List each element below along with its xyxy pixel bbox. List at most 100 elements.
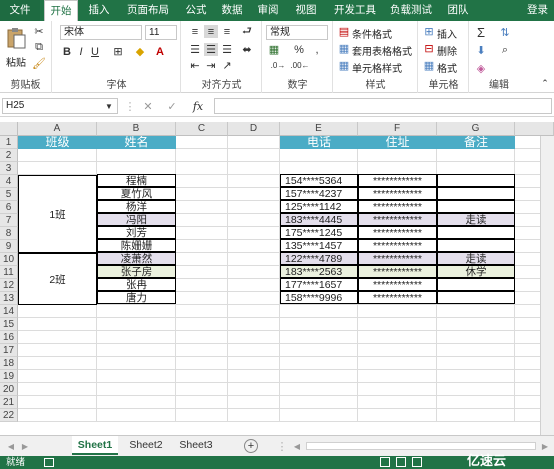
scroll-left-icon[interactable]: ◀ — [6, 440, 16, 452]
italic-icon[interactable]: I — [75, 45, 87, 58]
row-header-18[interactable]: 18 — [0, 357, 18, 370]
insert-button[interactable]: 插入 — [437, 26, 457, 41]
cell-note[interactable] — [437, 200, 515, 213]
row-header-2[interactable]: 2 — [0, 149, 18, 162]
cell-note[interactable]: 休学 — [437, 265, 515, 278]
row-header-1[interactable]: 1 — [0, 136, 18, 149]
tab-formulas[interactable]: 公式 — [180, 0, 212, 21]
column-header-e[interactable]: E — [280, 122, 358, 136]
column-header-partial[interactable] — [515, 122, 554, 136]
enter-icon[interactable]: ✓ — [166, 99, 178, 113]
increase-decimal-icon[interactable]: .0→ — [269, 59, 287, 72]
copy-icon[interactable]: ⧉ — [32, 40, 46, 54]
row-header-22[interactable]: 22 — [0, 409, 18, 422]
cell-name[interactable]: 冯阳 — [97, 213, 176, 226]
cell-name[interactable]: 凌萧然 — [97, 252, 176, 265]
align-right-icon[interactable]: ☰ — [220, 43, 234, 56]
tab-data[interactable]: 数据 — [216, 0, 248, 21]
formula-input[interactable] — [214, 98, 552, 114]
cell-address[interactable]: ************ — [358, 213, 437, 226]
cell-address[interactable]: ************ — [358, 291, 437, 304]
cell-phone[interactable]: 175****1245 — [280, 226, 358, 239]
border-icon[interactable]: ⊞ — [111, 45, 125, 58]
autosum-icon[interactable]: Σ — [474, 25, 488, 40]
cell-name[interactable]: 夏竹风 — [97, 187, 176, 200]
cell-address[interactable]: ************ — [358, 265, 437, 278]
sheet-tab-sheet3[interactable]: Sheet3 — [174, 436, 218, 455]
cell-phone[interactable]: 183****4445 — [280, 213, 358, 226]
row-header-20[interactable]: 20 — [0, 383, 18, 396]
cell-style-icon[interactable]: ▦ — [338, 59, 350, 72]
page-layout-view-icon[interactable] — [396, 457, 406, 467]
column-header-a[interactable]: A — [18, 122, 97, 136]
font-size-select[interactable]: 11 — [145, 25, 177, 40]
name-box-dropdown-icon[interactable]: ▼ — [104, 100, 114, 112]
format-painter-icon[interactable]: 🖌 — [32, 56, 46, 70]
cell-class-1[interactable]: 1班 — [18, 175, 97, 253]
hscroll-right-icon[interactable]: ▶ — [540, 440, 550, 452]
delete-icon[interactable]: ⊟ — [423, 42, 435, 55]
row-header-12[interactable]: 12 — [0, 279, 18, 292]
row-header-21[interactable]: 21 — [0, 396, 18, 409]
sheet-tab-sheet1[interactable]: Sheet1 — [72, 436, 118, 455]
merge-center-icon[interactable]: ⬌ — [240, 43, 254, 56]
cell-address[interactable]: ************ — [358, 174, 437, 187]
cell-note[interactable] — [437, 278, 515, 291]
decrease-indent-icon[interactable]: ⇤ — [188, 59, 202, 72]
column-header-c[interactable]: C — [176, 122, 228, 136]
insert-icon[interactable]: ⊞ — [423, 25, 435, 38]
column-header-d[interactable]: D — [228, 122, 280, 136]
cut-icon[interactable]: ✂ — [32, 24, 46, 38]
cell-phone[interactable]: 177****1657 — [280, 278, 358, 291]
tab-file[interactable]: 文件 — [0, 0, 40, 21]
horizontal-scrollbar[interactable] — [306, 442, 536, 450]
cell-phone[interactable]: 122****4789 — [280, 252, 358, 265]
paste-label[interactable]: 粘贴 — [6, 54, 26, 69]
tab-page-layout[interactable]: 页面布局 — [120, 0, 176, 21]
cell-class-2[interactable]: 2班 — [18, 253, 97, 305]
row-header-19[interactable]: 19 — [0, 370, 18, 383]
row-header-5[interactable]: 5 — [0, 188, 18, 201]
cancel-icon[interactable]: ✕ — [142, 99, 154, 113]
cell-address[interactable]: ************ — [358, 226, 437, 239]
table-format-button[interactable]: 套用表格格式 — [352, 43, 412, 58]
conditional-format-button[interactable]: 条件格式 — [352, 26, 392, 41]
scroll-right-icon[interactable]: ▶ — [20, 440, 30, 452]
hscroll-left-icon[interactable]: ◀ — [292, 440, 302, 452]
sheet-tab-sheet2[interactable]: Sheet2 — [124, 436, 168, 455]
normal-view-icon[interactable] — [380, 457, 390, 467]
row-header-14[interactable]: 14 — [0, 305, 18, 318]
row-header-16[interactable]: 16 — [0, 331, 18, 344]
cell-name[interactable]: 刘芳 — [97, 226, 176, 239]
underline-icon[interactable]: U — [89, 45, 101, 58]
cell-header-address[interactable]: 住址 — [358, 136, 437, 149]
row-header-6[interactable]: 6 — [0, 201, 18, 214]
cell-note[interactable]: 走读 — [437, 252, 515, 265]
cell-note[interactable] — [437, 187, 515, 200]
font-name-select[interactable]: 宋体 — [60, 25, 142, 40]
clear-icon[interactable]: ◈ — [474, 61, 488, 75]
tab-developer[interactable]: 开发工具 — [330, 0, 380, 21]
row-header-10[interactable]: 10 — [0, 253, 18, 266]
column-header-b[interactable]: B — [97, 122, 176, 136]
bold-icon[interactable]: B — [61, 45, 73, 58]
align-center-icon[interactable]: ☰ — [204, 43, 218, 56]
cell-header-name[interactable]: 姓名 — [97, 136, 176, 149]
wrap-text-icon[interactable]: ⮐ — [240, 25, 254, 38]
row-header-11[interactable]: 11 — [0, 266, 18, 279]
cell-note[interactable] — [437, 291, 515, 304]
cell-address[interactable]: ************ — [358, 278, 437, 291]
cell-header-class[interactable]: 班级 — [18, 136, 97, 149]
orientation-icon[interactable]: ↗ — [220, 59, 234, 72]
comma-button[interactable]: , — [311, 43, 323, 56]
cell-note[interactable] — [437, 174, 515, 187]
format-icon[interactable]: ▦ — [423, 59, 435, 72]
number-format-select[interactable]: 常规 — [266, 25, 328, 40]
cell-address[interactable]: ************ — [358, 200, 437, 213]
paste-icon[interactable] — [4, 25, 28, 51]
insert-function-button[interactable]: fx — [190, 99, 206, 113]
cell-style-button[interactable]: 单元格样式 — [352, 60, 402, 75]
tab-insert[interactable]: 插入 — [82, 0, 116, 21]
cell-name[interactable]: 程楠 — [97, 174, 176, 187]
tab-team[interactable]: 团队 — [442, 0, 474, 21]
